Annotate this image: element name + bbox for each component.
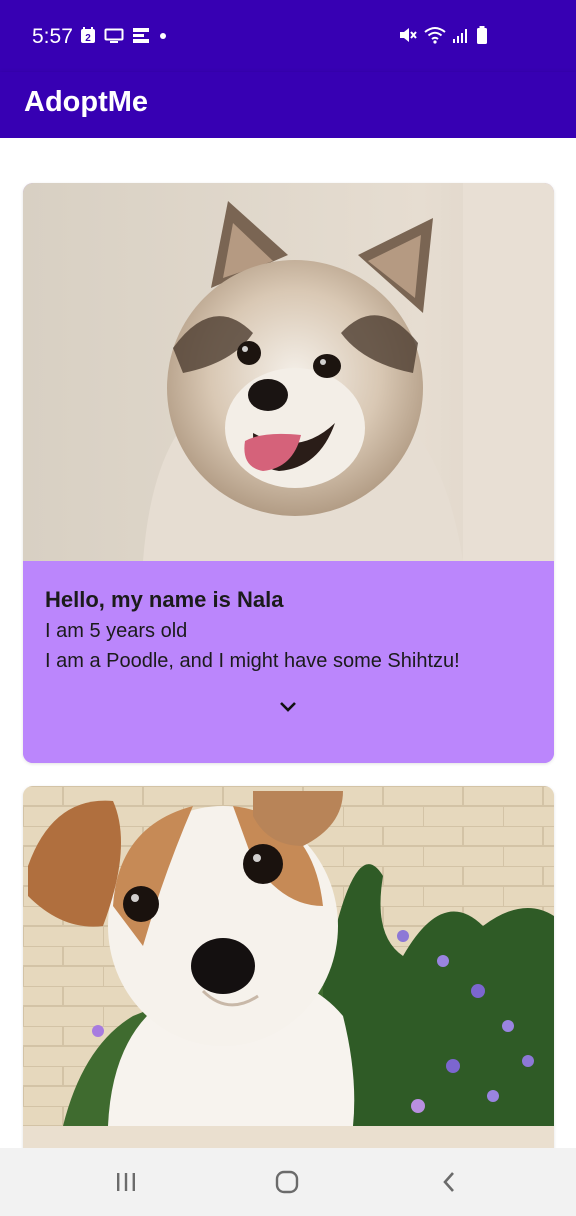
recents-icon bbox=[117, 1173, 135, 1191]
back-icon bbox=[443, 1172, 454, 1192]
home-button[interactable] bbox=[267, 1166, 307, 1198]
app-title: AdoptMe bbox=[24, 86, 149, 118]
calendar-day: 2 bbox=[85, 33, 91, 44]
back-button[interactable] bbox=[429, 1166, 469, 1198]
status-time: 5:57 bbox=[32, 25, 73, 48]
calendar-icon: 2 bbox=[81, 27, 95, 44]
status-left-icons: 2 bbox=[80, 27, 168, 44]
status-bar: 5:57 2 bbox=[0, 0, 576, 72]
pet-card-info: Hello, my name is Nala I am 5 years old … bbox=[23, 561, 554, 763]
pet-photo bbox=[23, 183, 554, 561]
status-right-icons bbox=[398, 26, 488, 44]
app-notification-icon bbox=[133, 28, 149, 43]
pet-card[interactable] bbox=[23, 786, 554, 1148]
pet-list[interactable]: Hello, my name is Nala I am 5 years old … bbox=[0, 138, 576, 1148]
pet-breed-text: I am a Poodle, and I might have some Shi… bbox=[45, 650, 460, 672]
pet-card[interactable]: Hello, my name is Nala I am 5 years old … bbox=[23, 183, 554, 763]
navigation-bar bbox=[0, 1148, 576, 1216]
pet-name-heading: Hello, my name is Nala bbox=[45, 587, 284, 612]
wifi-icon bbox=[424, 27, 446, 44]
pet-photo bbox=[23, 786, 554, 1126]
chevron-down-icon bbox=[280, 702, 296, 712]
monitor-icon bbox=[104, 28, 124, 43]
vibrate-mute-icon bbox=[400, 28, 417, 42]
expand-button[interactable] bbox=[272, 691, 304, 723]
app-bar: AdoptMe bbox=[0, 72, 576, 138]
battery-icon bbox=[477, 26, 487, 44]
recents-button[interactable] bbox=[106, 1166, 146, 1198]
dot-icon bbox=[160, 32, 166, 39]
home-icon bbox=[275, 1170, 299, 1194]
pet-age-text: I am 5 years old bbox=[45, 620, 188, 642]
signal-icon bbox=[453, 29, 467, 43]
